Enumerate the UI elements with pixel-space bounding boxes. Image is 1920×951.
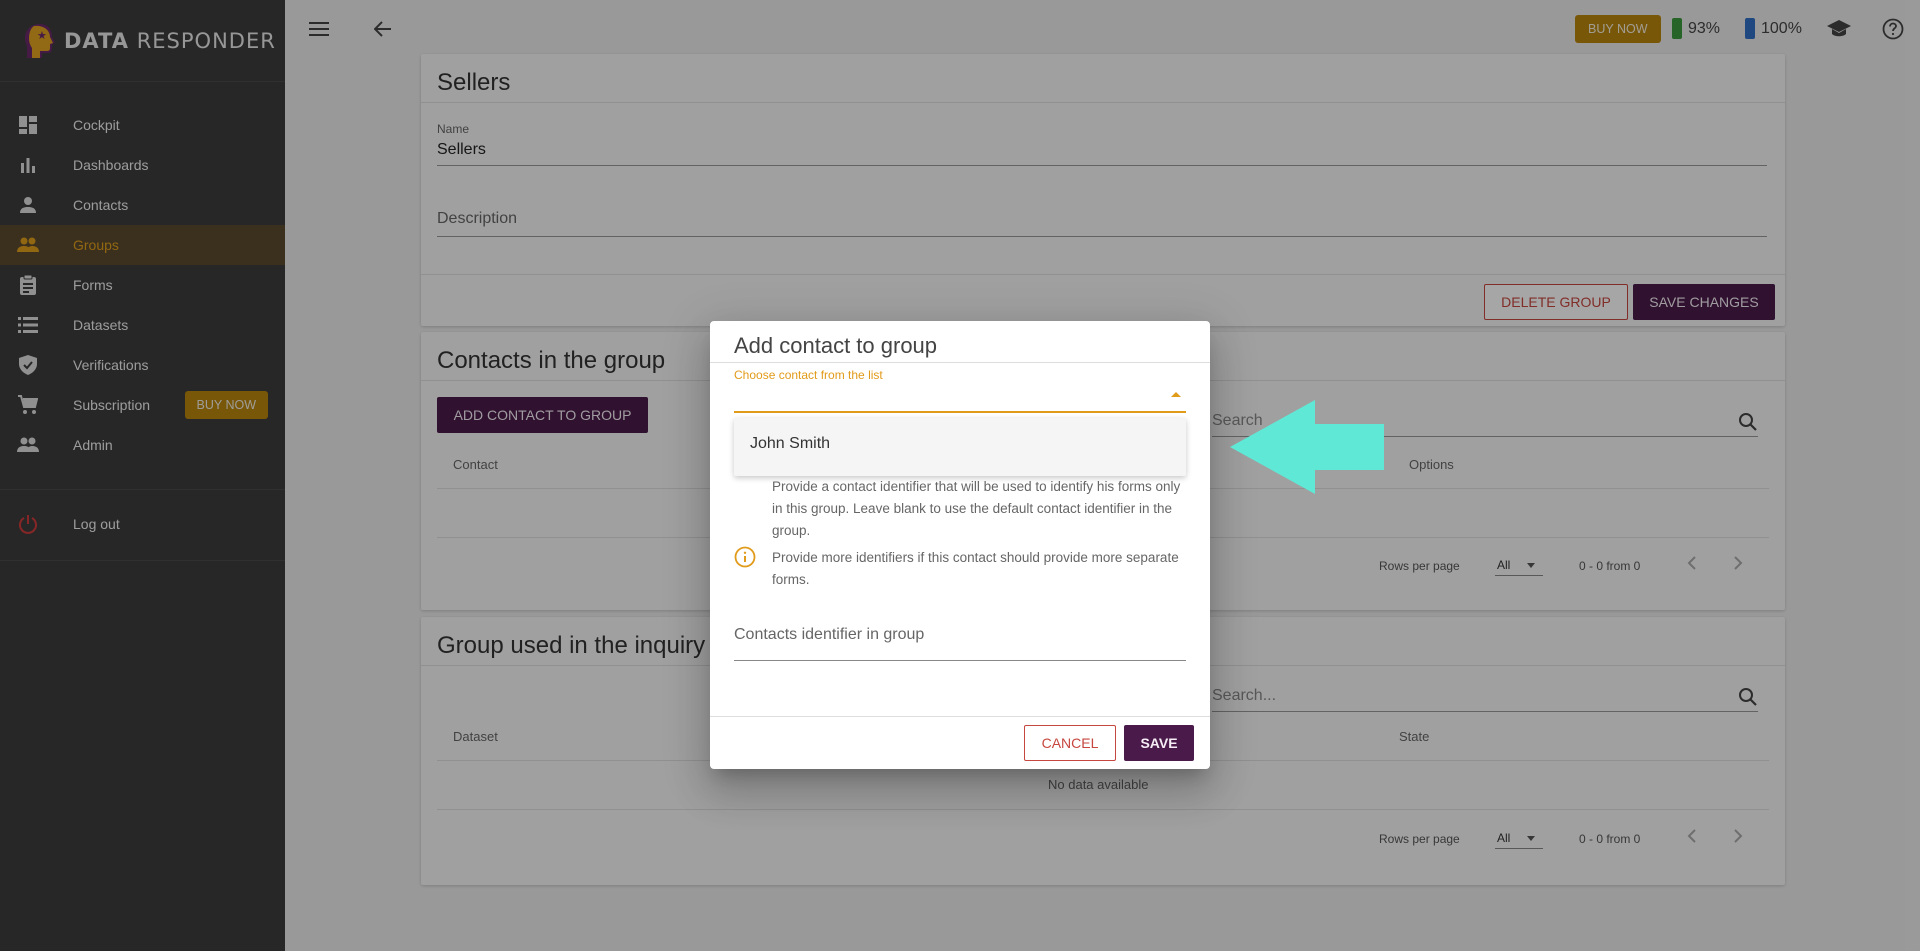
contact-dropdown-menu: John Smith [734, 418, 1186, 476]
divider [710, 716, 1210, 717]
save-button[interactable]: SAVE [1124, 725, 1194, 761]
divider [710, 362, 1210, 363]
contacts-identifier-input[interactable]: Contacts identifier in group [734, 626, 924, 644]
choose-contact-select[interactable] [734, 411, 1186, 413]
dialog-title: Add contact to group [734, 333, 938, 358]
more-identifiers-help-text: Provide more identifiers if this contact… [772, 550, 1179, 587]
info-icon [734, 546, 756, 568]
cancel-button[interactable]: CANCEL [1024, 725, 1116, 761]
add-contact-dialog: Add contact to group Choose contact from… [710, 321, 1210, 769]
choose-contact-label: Choose contact from the list [734, 368, 883, 382]
chevron-up-icon[interactable] [1171, 392, 1181, 397]
identifier-underline [734, 660, 1186, 661]
annotation-arrow-icon [1230, 400, 1385, 500]
identifier-help-text: Provide a contact identifier that will b… [772, 479, 1181, 538]
dropdown-option[interactable]: John Smith [750, 435, 830, 453]
